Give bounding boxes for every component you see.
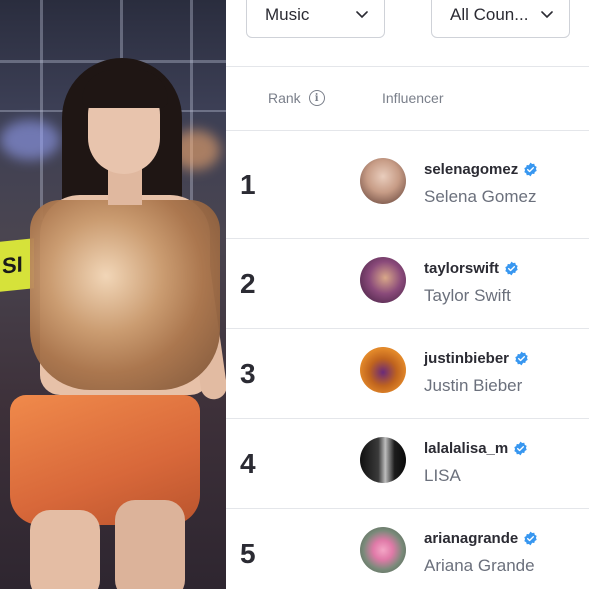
rank-number: 5: [240, 538, 256, 569]
influencer-name: Taylor Swift: [424, 286, 511, 305]
table-header: Rank i Influencer: [226, 66, 589, 130]
table-row[interactable]: 4 lalalalisa_m LISA: [226, 419, 589, 508]
rank-number: 4: [240, 448, 256, 479]
featured-photo: SI: [0, 0, 226, 589]
influencer-handle[interactable]: justinbieber: [424, 350, 529, 367]
handle-text: taylorswift: [424, 260, 500, 277]
verified-badge-icon: [524, 162, 537, 177]
ranking-panel: Music All Coun... Rank i Influencer 1 se…: [226, 0, 589, 589]
influencer-handle[interactable]: lalalalisa_m: [424, 440, 528, 457]
handle-text: justinbieber: [424, 350, 510, 367]
country-dropdown[interactable]: All Coun...: [431, 0, 570, 38]
verified-badge-icon: [505, 261, 518, 276]
rank-number: 1: [240, 169, 256, 200]
country-dropdown-value: All Coun...: [450, 5, 529, 24]
table-row[interactable]: 2 taylorswift Taylor Swift: [226, 239, 589, 328]
avatar[interactable]: [360, 257, 406, 303]
table-row[interactable]: 5 arianagrande Ariana Grande: [226, 509, 589, 589]
verified-badge-icon: [515, 351, 528, 366]
influencer-name: Selena Gomez: [424, 187, 537, 206]
rank-number: 3: [240, 358, 256, 389]
influencer-name: Ariana Grande: [424, 556, 535, 575]
influencer-name: LISA: [424, 466, 461, 485]
influencer-handle[interactable]: selenagomez: [424, 161, 538, 178]
avatar[interactable]: [360, 158, 406, 204]
info-icon[interactable]: i: [308, 90, 325, 106]
table-row[interactable]: 3 justinbieber Justin Bieber: [226, 329, 589, 418]
influencer-name: Justin Bieber: [424, 376, 523, 395]
background-sign: SI: [0, 238, 34, 292]
handle-text: arianagrande: [424, 530, 519, 547]
verified-badge-icon: [514, 441, 527, 456]
category-dropdown-value: Music: [265, 5, 310, 24]
rank-number: 2: [240, 268, 256, 299]
handle-text: lalalalisa_m: [424, 440, 509, 457]
influencer-handle[interactable]: taylorswift: [424, 260, 519, 277]
avatar[interactable]: [360, 347, 406, 393]
avatar[interactable]: [360, 437, 406, 483]
rank-header-label: Rank: [268, 90, 301, 106]
influencer-handle[interactable]: arianagrande: [424, 530, 538, 547]
chevron-down-icon: [541, 11, 553, 19]
table-row[interactable]: 1 selenagomez Selena Gomez: [226, 131, 589, 238]
influencer-column-header: Influencer: [382, 90, 444, 106]
rank-column-header[interactable]: Rank i: [268, 90, 325, 106]
verified-badge-icon: [524, 531, 537, 546]
category-dropdown[interactable]: Music: [246, 0, 385, 38]
handle-text: selenagomez: [424, 161, 519, 178]
chevron-down-icon: [356, 11, 368, 19]
avatar[interactable]: [360, 527, 406, 573]
